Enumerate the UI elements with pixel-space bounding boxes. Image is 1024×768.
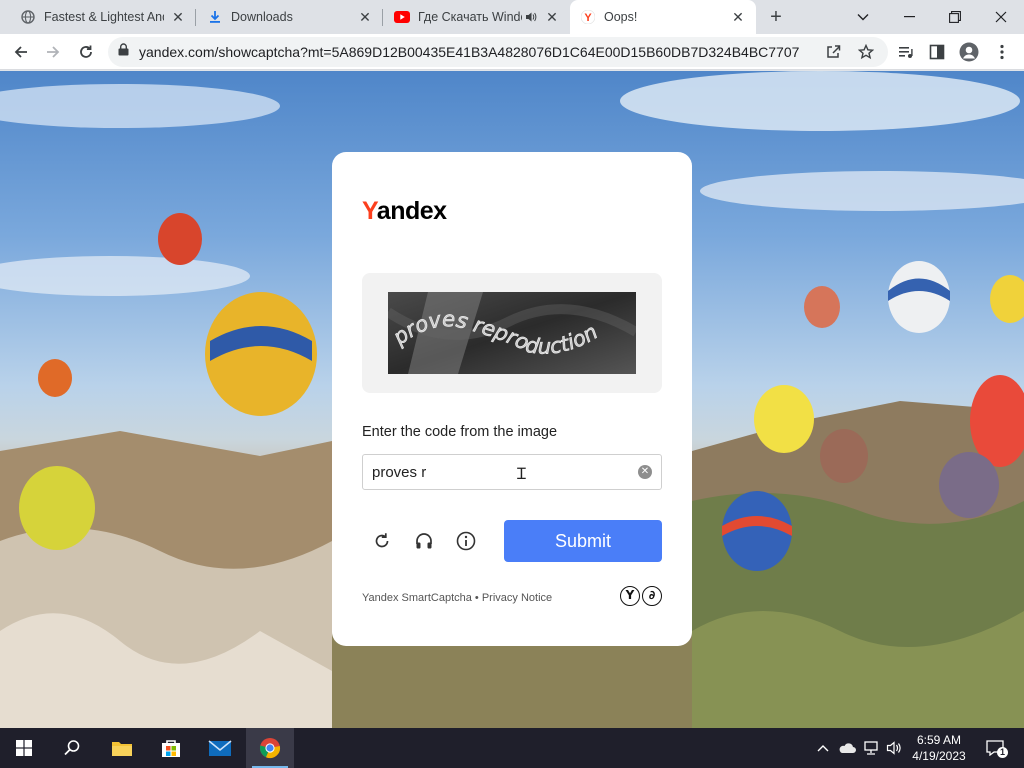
youtube-icon — [394, 9, 410, 25]
tab-title: Где Скачать Windo — [418, 10, 522, 24]
mail-icon[interactable] — [196, 728, 244, 768]
notification-center-icon[interactable]: 1 — [984, 738, 1008, 758]
volume-icon[interactable] — [884, 738, 904, 758]
clear-input-icon[interactable]: ✕ — [638, 465, 652, 479]
chevron-up-icon[interactable] — [813, 738, 833, 758]
yandex-cloud-logo-icon: Y ∂ — [620, 586, 662, 606]
browser-toolbar: yandex.com/showcaptcha?mt=5A869D12B00435… — [0, 34, 1024, 70]
side-panel-icon[interactable] — [923, 38, 951, 66]
microsoft-store-icon[interactable] — [147, 728, 195, 768]
yandex-icon: Y — [580, 9, 596, 25]
captcha-prompt: Enter the code from the image — [362, 424, 558, 440]
bookmark-star-icon[interactable] — [852, 38, 880, 66]
download-icon — [207, 9, 223, 25]
close-icon[interactable]: ✕ — [544, 9, 560, 25]
clock-date: 4/19/2023 — [912, 749, 966, 763]
page-background: Yandex proves reproduction Enter the cod… — [0, 71, 1024, 728]
close-window-button[interactable] — [978, 0, 1024, 34]
search-icon[interactable] — [48, 728, 96, 768]
new-tab-button[interactable]: + — [765, 6, 787, 28]
profile-avatar-icon[interactable] — [955, 38, 983, 66]
windows-taskbar: 6:59 AM 4/19/2023 1 — [0, 728, 1024, 768]
tab-fastest-lightest[interactable]: Fastest & Lightest And ✕ — [10, 0, 196, 34]
file-explorer-icon[interactable] — [98, 728, 146, 768]
info-icon[interactable] — [453, 528, 479, 554]
system-clock[interactable]: 6:59 AM 4/19/2023 — [908, 732, 970, 764]
tab-title: Fastest & Lightest And — [44, 10, 164, 24]
captcha-card: Yandex proves reproduction Enter the cod… — [332, 152, 692, 646]
audio-captcha-headphones-icon[interactable] — [411, 528, 437, 554]
share-icon[interactable] — [819, 38, 847, 66]
notification-count-badge: 1 — [997, 747, 1008, 758]
tab-strip: Fastest & Lightest And ✕ Downloads ✕ Где… — [0, 0, 1024, 34]
url-text[interactable]: yandex.com/showcaptcha?mt=5A869D12B00435… — [139, 44, 799, 60]
onedrive-cloud-icon[interactable] — [837, 738, 857, 758]
forward-button[interactable] — [39, 38, 67, 66]
tab-youtube[interactable]: Где Скачать Windo ✕ — [384, 0, 570, 34]
text-cursor-icon: Ɪ — [517, 466, 526, 483]
privacy-notice-link[interactable]: Privacy Notice — [482, 592, 552, 604]
chrome-taskbar-icon[interactable] — [246, 728, 294, 768]
svg-text:Y: Y — [584, 12, 592, 24]
yandex-logo: Yandex — [362, 197, 447, 225]
close-icon[interactable]: ✕ — [357, 9, 373, 25]
captcha-answer-input[interactable] — [372, 455, 627, 489]
globe-icon — [20, 9, 36, 25]
back-button[interactable] — [7, 38, 35, 66]
network-icon[interactable] — [861, 738, 881, 758]
submit-button[interactable]: Submit — [504, 520, 662, 562]
media-controls-icon[interactable] — [892, 38, 920, 66]
captcha-image-container: proves reproduction — [362, 273, 662, 393]
speaker-icon[interactable] — [524, 9, 538, 25]
windows-start-icon[interactable] — [0, 728, 48, 768]
address-bar[interactable]: yandex.com/showcaptcha?mt=5A869D12B00435… — [108, 37, 888, 67]
minimize-button[interactable] — [886, 0, 932, 34]
tab-title: Oops! — [604, 10, 638, 24]
tab-title: Downloads — [231, 10, 293, 24]
close-icon[interactable]: ✕ — [170, 9, 186, 25]
lock-icon[interactable] — [118, 43, 129, 61]
captcha-answer-field[interactable]: Ɪ ✕ — [362, 454, 662, 490]
menu-kebab-icon[interactable] — [988, 38, 1016, 66]
refresh-captcha-icon[interactable] — [369, 528, 395, 554]
clock-time: 6:59 AM — [916, 733, 962, 747]
tab-oops[interactable]: Y Oops! ✕ — [570, 0, 756, 34]
restore-button[interactable] — [932, 0, 978, 34]
captcha-footer: Yandex SmartCaptcha • Privacy Notice — [362, 592, 553, 604]
smartcaptcha-link[interactable]: Yandex SmartCaptcha — [362, 592, 472, 604]
close-icon[interactable]: ✕ — [730, 9, 746, 25]
tab-downloads[interactable]: Downloads ✕ — [197, 0, 383, 34]
captcha-image: proves reproduction — [388, 292, 636, 374]
tab-search-chevron-down-icon[interactable] — [840, 0, 886, 34]
reload-button[interactable] — [72, 38, 100, 66]
